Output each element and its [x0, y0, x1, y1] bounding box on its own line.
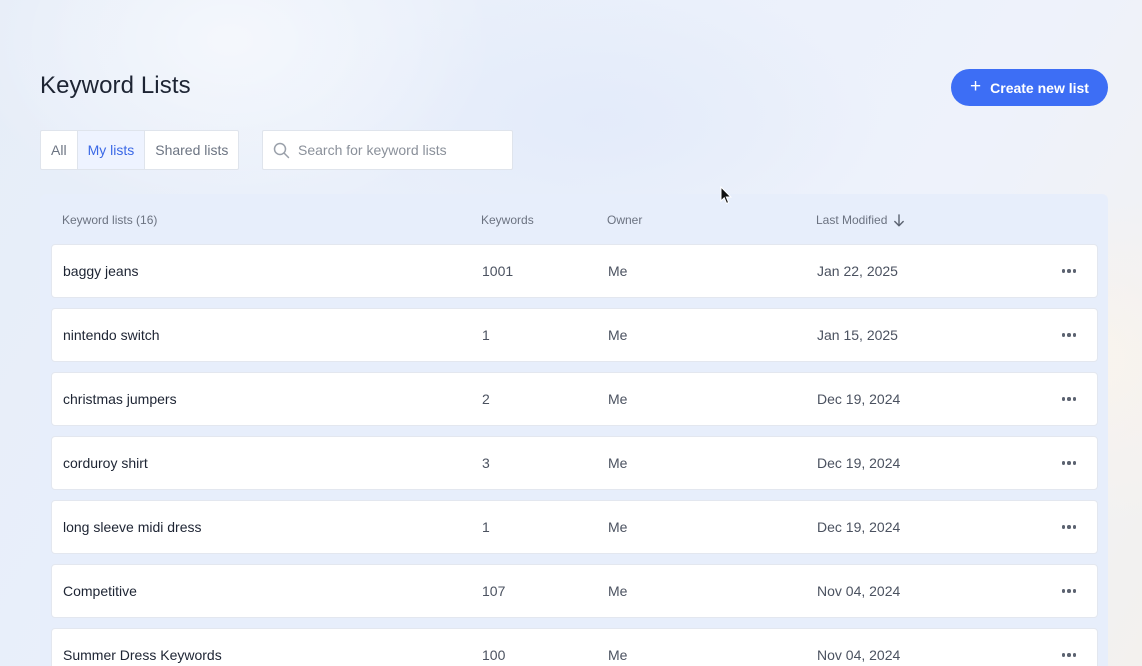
owner: Me [608, 327, 628, 343]
keyword-count: 100 [482, 647, 506, 663]
keyword-lists-table: Keyword lists (16) Keywords Owner Last M… [40, 194, 1108, 666]
page-title: Keyword Lists [40, 72, 191, 99]
column-header-owner-label: Owner [607, 213, 643, 227]
keyword-count: 2 [482, 391, 490, 407]
list-name: long sleeve midi dress [63, 519, 202, 535]
owner: Me [608, 519, 628, 535]
list-name: nintendo switch [63, 327, 160, 343]
search-container [262, 130, 513, 170]
arrow-down-icon [894, 213, 905, 227]
tab-my-lists[interactable]: My lists [77, 131, 146, 169]
owner: Me [608, 455, 628, 471]
list-name: Summer Dress Keywords [63, 647, 222, 663]
last-modified: Jan 15, 2025 [817, 327, 898, 343]
search-icon [273, 142, 290, 158]
plus-icon: + [970, 76, 982, 97]
more-options-icon[interactable] [1055, 451, 1083, 475]
create-new-list-button[interactable]: + Create new list [951, 69, 1108, 106]
owner: Me [608, 647, 628, 663]
more-options-icon[interactable] [1055, 515, 1083, 539]
create-new-list-label: Create new list [990, 79, 1089, 96]
tab-shared-lists[interactable]: Shared lists [145, 131, 238, 169]
column-header-name: Keyword lists (16) [62, 213, 157, 227]
tab-all[interactable]: All [41, 131, 78, 169]
more-options-icon[interactable] [1055, 323, 1083, 347]
last-modified: Dec 19, 2024 [817, 391, 901, 407]
last-modified: Nov 04, 2024 [817, 583, 901, 599]
keyword-count: 1 [482, 519, 490, 535]
list-name: christmas jumpers [63, 391, 177, 407]
list-name: baggy jeans [63, 263, 139, 279]
column-header-owner[interactable]: Owner [607, 213, 642, 227]
last-modified: Jan 22, 2025 [817, 263, 898, 279]
column-header-last-modified[interactable]: Last Modified [816, 213, 905, 227]
list-filter-tabs: All My lists Shared lists [40, 130, 240, 170]
owner: Me [608, 391, 628, 407]
column-header-keywords[interactable]: Keywords [481, 213, 534, 227]
more-options-icon[interactable] [1055, 387, 1083, 411]
table-row[interactable]: Summer Dress Keywords 100 Me Nov 04, 202… [51, 628, 1098, 666]
mouse-pointer-icon [720, 186, 732, 205]
table-row[interactable]: corduroy shirt 3 Me Dec 19, 2024 [51, 436, 1098, 490]
more-options-icon[interactable] [1055, 579, 1083, 603]
keyword-count: 3 [482, 455, 490, 471]
keyword-count: 1001 [482, 263, 514, 279]
column-header-keywords-label: Keywords [481, 213, 534, 227]
more-options-icon[interactable] [1055, 643, 1083, 666]
last-modified: Dec 19, 2024 [817, 455, 901, 471]
keyword-count: 1 [482, 327, 490, 343]
search-input[interactable] [298, 142, 498, 158]
owner: Me [608, 263, 628, 279]
table-row[interactable]: nintendo switch 1 Me Jan 15, 2025 [51, 308, 1098, 362]
last-modified: Dec 19, 2024 [817, 519, 901, 535]
table-header: Keyword lists (16) Keywords Owner Last M… [40, 194, 1108, 244]
more-options-icon[interactable] [1055, 259, 1083, 283]
table-row[interactable]: christmas jumpers 2 Me Dec 19, 2024 [51, 372, 1098, 426]
table-row[interactable]: long sleeve midi dress 1 Me Dec 19, 2024 [51, 500, 1098, 554]
list-name: corduroy shirt [63, 455, 148, 471]
column-header-name-label: Keyword lists (16) [62, 213, 158, 227]
column-header-last-modified-label: Last Modified [816, 213, 888, 227]
table-row[interactable]: baggy jeans 1001 Me Jan 22, 2025 [51, 244, 1098, 298]
owner: Me [608, 583, 628, 599]
table-row[interactable]: Competitive 107 Me Nov 04, 2024 [51, 564, 1098, 618]
list-name: Competitive [63, 583, 137, 599]
keyword-count: 107 [482, 583, 506, 599]
last-modified: Nov 04, 2024 [817, 647, 901, 663]
